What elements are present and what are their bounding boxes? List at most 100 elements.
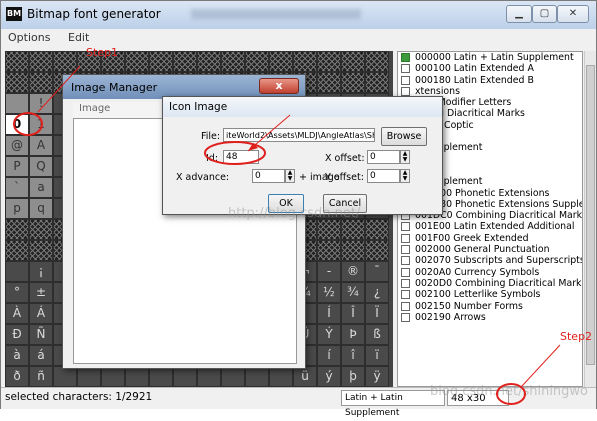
char-cell[interactable]: Í <box>317 303 341 324</box>
char-cell[interactable]: ¡ <box>29 261 53 282</box>
range-item[interactable]: 0020A0 Currency Symbols <box>398 267 582 278</box>
id-input[interactable]: 48 <box>223 150 259 164</box>
char-cell[interactable]: ¿ <box>365 282 389 303</box>
char-cell[interactable]: þ <box>341 366 365 387</box>
char-cell[interactable] <box>365 219 389 240</box>
char-cell[interactable]: ý <box>317 366 341 387</box>
char-cell[interactable]: 0 <box>5 114 29 135</box>
char-cell[interactable] <box>125 366 149 387</box>
char-cell[interactable]: À <box>5 303 29 324</box>
xadvance-spinner[interactable]: ▲ ▼ <box>285 169 295 183</box>
minimize-icon[interactable]: ▁ <box>506 5 532 23</box>
range-item[interactable]: 002000 General Punctuation <box>398 244 582 255</box>
char-cell[interactable] <box>317 72 341 93</box>
char-cell[interactable]: p <box>5 198 29 219</box>
range-item[interactable]: 000100 Latin Extended A <box>398 63 582 74</box>
char-cell[interactable]: í <box>317 345 341 366</box>
char-cell[interactable] <box>101 366 125 387</box>
char-cell[interactable] <box>29 240 53 261</box>
char-cell[interactable]: Á <box>29 303 53 324</box>
char-cell[interactable] <box>221 366 245 387</box>
char-cell[interactable] <box>149 366 173 387</box>
char-cell[interactable]: Ð <box>5 324 29 345</box>
char-cell[interactable] <box>341 219 365 240</box>
char-cell[interactable] <box>29 72 53 93</box>
char-cell[interactable] <box>5 93 29 114</box>
char-cell[interactable]: ð <box>5 366 29 387</box>
range-item[interactable]: 0020D0 Combining Diacritical Marks <box>398 278 582 289</box>
range-item[interactable]: 002070 Subscripts and Superscripts <box>398 255 582 266</box>
char-cell[interactable] <box>365 72 389 93</box>
scrollbar-thumb[interactable] <box>586 65 595 365</box>
char-cell[interactable] <box>245 366 269 387</box>
char-cell[interactable]: a <box>29 177 53 198</box>
char-cell[interactable]: ® <box>341 261 365 282</box>
range-checkbox[interactable] <box>401 267 410 277</box>
range-checkbox[interactable] <box>401 222 410 232</box>
char-cell[interactable]: à <box>5 345 29 366</box>
file-path-input[interactable]: iteWorld2\Assets\MLDJ\AngleAtlas\Shuzi\0… <box>223 128 375 142</box>
char-cell[interactable] <box>269 366 293 387</box>
xoffset-spinner[interactable]: ▲ ▼ <box>400 150 410 164</box>
char-cell[interactable] <box>5 240 29 261</box>
range-item[interactable]: 002100 Letterlike Symbols <box>398 289 582 300</box>
char-cell[interactable]: 1 <box>29 114 53 135</box>
range-item[interactable]: 000180 Latin Extended B <box>398 75 582 86</box>
char-cell[interactable] <box>197 51 221 72</box>
char-cell[interactable]: A <box>29 135 53 156</box>
char-cell[interactable] <box>53 366 77 387</box>
char-cell[interactable] <box>221 51 245 72</box>
char-cell[interactable]: ` <box>5 177 29 198</box>
char-cell[interactable]: ß <box>365 324 389 345</box>
image-manager-close-button[interactable]: x <box>259 78 299 94</box>
range-item[interactable]: 002190 Arrows <box>398 312 582 323</box>
char-cell[interactable] <box>317 51 341 72</box>
menu-edit[interactable]: Edit <box>68 31 89 44</box>
menu-options[interactable]: Options <box>8 31 50 44</box>
char-cell[interactable]: @ <box>5 135 29 156</box>
char-cell[interactable] <box>149 51 173 72</box>
char-cell[interactable]: ± <box>29 282 53 303</box>
xadvance-input[interactable]: 0 <box>252 169 285 183</box>
char-cell[interactable] <box>125 51 149 72</box>
char-cell[interactable]: ° <box>5 282 29 303</box>
char-cell[interactable] <box>5 219 29 240</box>
xoffset-input[interactable]: 0 <box>367 150 400 164</box>
char-cell[interactable]: Þ <box>341 324 365 345</box>
maximize-icon[interactable]: ▢ <box>532 5 557 23</box>
char-cell[interactable] <box>197 366 221 387</box>
char-cell[interactable]: - <box>317 261 341 282</box>
close-icon[interactable]: ✕ <box>557 5 589 23</box>
char-cell[interactable]: P <box>5 156 29 177</box>
char-cell[interactable] <box>317 219 341 240</box>
range-checkbox[interactable] <box>401 245 410 255</box>
char-cell[interactable] <box>365 51 389 72</box>
range-checkbox[interactable] <box>401 256 410 266</box>
char-cell[interactable] <box>77 366 101 387</box>
char-cell[interactable]: Ñ <box>29 324 53 345</box>
char-cell[interactable] <box>245 51 269 72</box>
char-cell[interactable]: ¯ <box>365 261 389 282</box>
range-item[interactable]: 002150 Number Forms <box>398 301 582 312</box>
browse-button[interactable]: Browse <box>381 127 427 146</box>
range-item[interactable]: 001E00 Latin Extended Additional <box>398 221 582 232</box>
char-cell[interactable] <box>341 72 365 93</box>
char-cell[interactable] <box>317 240 341 261</box>
char-cell[interactable]: ÿ <box>365 366 389 387</box>
char-cell[interactable] <box>5 51 29 72</box>
range-checkbox[interactable] <box>401 75 410 85</box>
yoffset-spinner[interactable]: ▲ ▼ <box>400 169 410 183</box>
char-cell[interactable]: á <box>29 345 53 366</box>
range-checkbox[interactable] <box>401 290 410 300</box>
char-cell[interactable] <box>365 240 389 261</box>
char-cell[interactable]: ½ <box>317 282 341 303</box>
range-checkbox[interactable] <box>401 301 410 311</box>
range-checkbox[interactable] <box>401 233 410 243</box>
range-item[interactable]: 001F00 Greek Extended <box>398 233 582 244</box>
char-cell[interactable]: ü <box>293 366 317 387</box>
char-cell[interactable]: ¾ <box>341 282 365 303</box>
char-cell[interactable] <box>341 240 365 261</box>
yoffset-input[interactable]: 0 <box>367 169 400 183</box>
char-cell[interactable]: Ý <box>317 324 341 345</box>
char-cell[interactable] <box>5 261 29 282</box>
